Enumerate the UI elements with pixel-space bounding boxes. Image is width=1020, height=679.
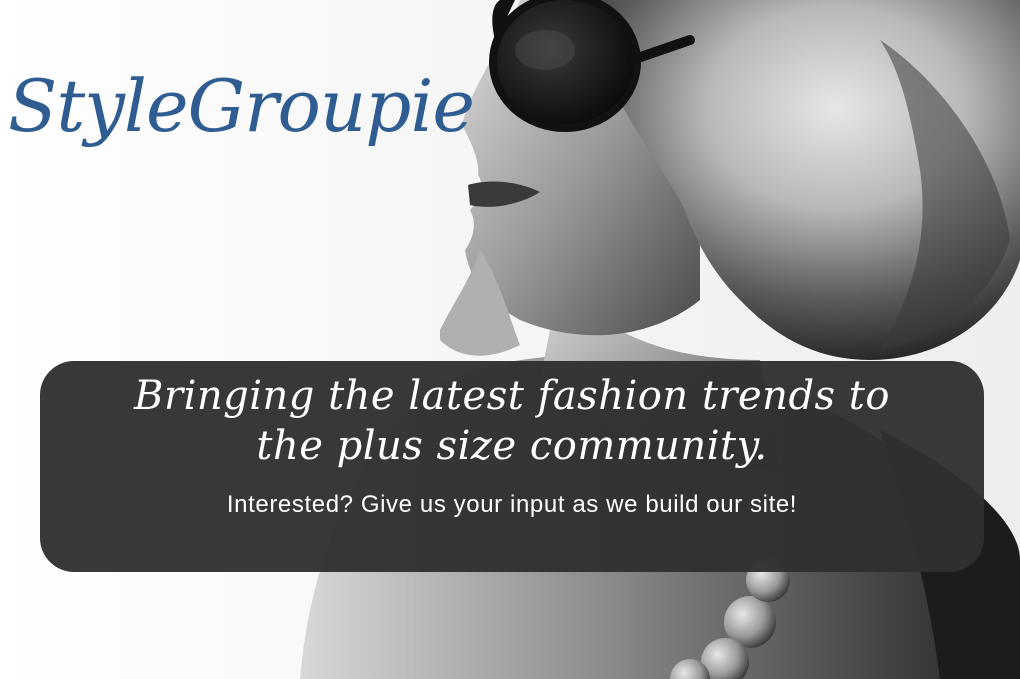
site-logo: StyleGroupie <box>8 64 475 148</box>
tagline-banner: Bringing the latest fashion trends to th… <box>40 361 984 572</box>
cta-text: Interested? Give us your input as we bui… <box>226 491 798 518</box>
tagline-text: Bringing the latest fashion trends to th… <box>134 373 890 469</box>
landing-page: StyleGroupie Bringing the latest fashion… <box>0 0 1020 679</box>
